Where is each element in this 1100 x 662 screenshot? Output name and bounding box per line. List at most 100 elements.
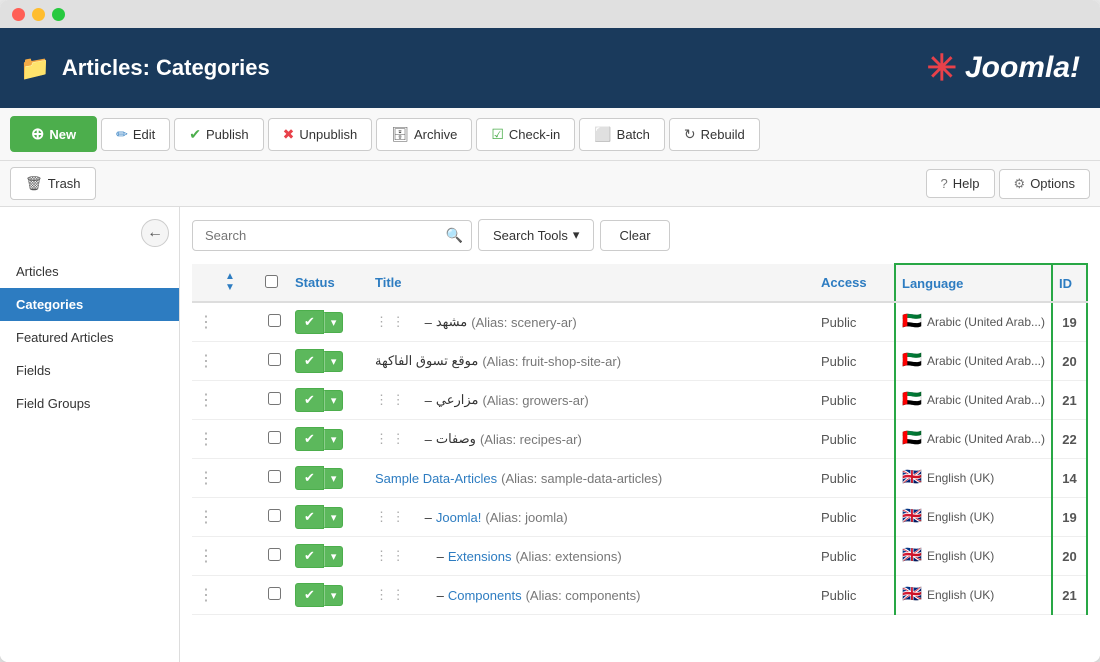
unpublish-button[interactable]: ✖ Unpublish bbox=[268, 118, 373, 151]
sort-up-icon[interactable]: ▲ bbox=[225, 272, 253, 282]
title-link[interactable]: Components bbox=[448, 588, 522, 603]
rebuild-button-label: Rebuild bbox=[701, 127, 745, 142]
mac-maximize-button[interactable] bbox=[52, 8, 65, 21]
title-indent: – Joomla! (Alias: joomla) bbox=[413, 510, 568, 525]
status-dropdown-button[interactable]: ▾ bbox=[324, 507, 344, 528]
status-dropdown-button[interactable]: ▾ bbox=[324, 390, 344, 411]
search-tools-button[interactable]: Search Tools ▾ bbox=[478, 219, 594, 251]
drag-handle[interactable]: ⋮ bbox=[198, 548, 213, 565]
th-title[interactable]: Title bbox=[369, 264, 815, 302]
row-checkbox[interactable] bbox=[268, 587, 281, 600]
language-text: Arabic (United Arab...) bbox=[927, 315, 1045, 329]
row-checkbox[interactable] bbox=[268, 392, 281, 405]
row-checkbox[interactable] bbox=[268, 509, 281, 522]
status-dropdown-button[interactable]: ▾ bbox=[324, 351, 344, 372]
drag-cell: ⋮ bbox=[192, 459, 219, 498]
sort-down-icon[interactable]: ▼ bbox=[225, 283, 253, 293]
help-button[interactable]: ? Help bbox=[926, 169, 995, 198]
flag-icon: 🇦🇪 bbox=[902, 431, 922, 447]
archive-button[interactable]: 🗄 Archive bbox=[376, 118, 472, 151]
sort-cell bbox=[219, 381, 259, 420]
row-checkbox[interactable] bbox=[268, 353, 281, 366]
status-published-button[interactable]: ✔ bbox=[295, 505, 324, 529]
drag-handle[interactable]: ⋮ bbox=[198, 509, 213, 526]
back-button[interactable]: ← bbox=[141, 219, 169, 247]
sidebar-item-articles[interactable]: Articles bbox=[0, 255, 179, 288]
batch-button[interactable]: ⬜ Batch bbox=[579, 118, 665, 151]
new-button[interactable]: ⊕ New bbox=[10, 116, 97, 152]
status-published-button[interactable]: ✔ bbox=[295, 349, 324, 373]
title-indent: – مشهد (Alias: scenery-ar) bbox=[413, 314, 577, 330]
title-indent: Sample Data-Articles (Alias: sample-data… bbox=[375, 471, 662, 486]
status-published-button[interactable]: ✔ bbox=[295, 388, 324, 412]
search-input-wrap: 🔍 bbox=[192, 220, 472, 251]
search-input[interactable] bbox=[201, 221, 446, 250]
select-all-checkbox[interactable] bbox=[265, 275, 278, 288]
status-published-button[interactable]: ✔ bbox=[295, 310, 324, 334]
publish-button[interactable]: ✔ Publish bbox=[174, 118, 263, 151]
content-area: ← Articles Categories Featured Articles … bbox=[0, 207, 1100, 662]
clear-button[interactable]: Clear bbox=[600, 220, 669, 251]
title-cell: موقع تسوق الفاكهة (Alias: fruit-shop-sit… bbox=[369, 342, 815, 381]
title-link[interactable]: Joomla! bbox=[436, 510, 482, 525]
status-dropdown-button[interactable]: ▾ bbox=[324, 546, 344, 567]
sub-item-dots: ⋮ ⋮ bbox=[375, 392, 405, 408]
status-published-button[interactable]: ✔ bbox=[295, 583, 324, 607]
checkin-button[interactable]: ☑ Check-in bbox=[476, 118, 575, 151]
language-text: English (UK) bbox=[927, 510, 994, 524]
language-text: English (UK) bbox=[927, 549, 994, 563]
status-dropdown-button[interactable]: ▾ bbox=[324, 585, 344, 606]
status-cell: ✔ ▾ bbox=[289, 498, 369, 537]
th-sort[interactable]: ▲ ▼ bbox=[219, 264, 259, 302]
trash-button[interactable]: 🗑 Trash bbox=[10, 167, 96, 200]
status-published-button[interactable]: ✔ bbox=[295, 466, 324, 490]
sub-item-dots: ⋮ ⋮ bbox=[375, 431, 405, 447]
archive-icon: 🗄 bbox=[391, 126, 409, 143]
title-cell: ⋮ ⋮ – مشهد (Alias: scenery-ar) bbox=[369, 302, 815, 342]
drag-handle[interactable]: ⋮ bbox=[198, 431, 213, 448]
row-checkbox[interactable] bbox=[268, 548, 281, 561]
th-access[interactable]: Access bbox=[815, 264, 895, 302]
checkbox-cell bbox=[259, 459, 289, 498]
alias-text: (Alias: extensions) bbox=[515, 549, 621, 564]
row-checkbox[interactable] bbox=[268, 431, 281, 444]
th-status[interactable]: Status bbox=[289, 264, 369, 302]
sort-cell bbox=[219, 459, 259, 498]
edit-icon: ✏ bbox=[116, 126, 128, 143]
status-dropdown-button[interactable]: ▾ bbox=[324, 312, 344, 333]
status-published-button[interactable]: ✔ bbox=[295, 427, 324, 451]
title-link[interactable]: Extensions bbox=[448, 549, 512, 564]
options-button[interactable]: ⚙ Options bbox=[999, 169, 1090, 199]
sub-item-dots: ⋮ ⋮ bbox=[375, 314, 405, 330]
status-dropdown-button[interactable]: ▾ bbox=[324, 468, 344, 489]
mac-minimize-button[interactable] bbox=[32, 8, 45, 21]
edit-button[interactable]: ✏ Edit bbox=[101, 118, 170, 151]
sidebar-item-featured-articles[interactable]: Featured Articles bbox=[0, 321, 179, 354]
mac-close-button[interactable] bbox=[12, 8, 25, 21]
language-cell: 🇬🇧 English (UK) bbox=[895, 576, 1052, 615]
drag-cell: ⋮ bbox=[192, 537, 219, 576]
drag-handle[interactable]: ⋮ bbox=[198, 470, 213, 487]
access-cell: Public bbox=[815, 381, 895, 420]
sidebar-item-categories[interactable]: Categories bbox=[0, 288, 179, 321]
alias-text: (Alias: growers-ar) bbox=[482, 393, 588, 408]
id-cell: 20 bbox=[1052, 537, 1087, 576]
status-dropdown-button[interactable]: ▾ bbox=[324, 429, 344, 450]
title-link[interactable]: Sample Data-Articles bbox=[375, 471, 497, 486]
drag-handle[interactable]: ⋮ bbox=[198, 392, 213, 409]
th-language[interactable]: Language bbox=[895, 264, 1052, 302]
search-icon[interactable]: 🔍 bbox=[446, 227, 463, 244]
row-checkbox[interactable] bbox=[268, 470, 281, 483]
sidebar-item-field-groups[interactable]: Field Groups bbox=[0, 387, 179, 420]
drag-handle[interactable]: ⋮ bbox=[198, 314, 213, 331]
table-row: ⋮ ✔ ▾ ⋮ ⋮ – مشهد (Alias: scenery-ar) Pub… bbox=[192, 302, 1087, 342]
drag-handle[interactable]: ⋮ bbox=[198, 353, 213, 370]
row-checkbox[interactable] bbox=[268, 314, 281, 327]
drag-handle[interactable]: ⋮ bbox=[198, 587, 213, 604]
rebuild-button[interactable]: ↻ Rebuild bbox=[669, 118, 760, 151]
status-published-button[interactable]: ✔ bbox=[295, 544, 324, 568]
th-id[interactable]: ID bbox=[1052, 264, 1087, 302]
sort-cell bbox=[219, 420, 259, 459]
th-checkbox[interactable] bbox=[259, 264, 289, 302]
sidebar-item-fields[interactable]: Fields bbox=[0, 354, 179, 387]
